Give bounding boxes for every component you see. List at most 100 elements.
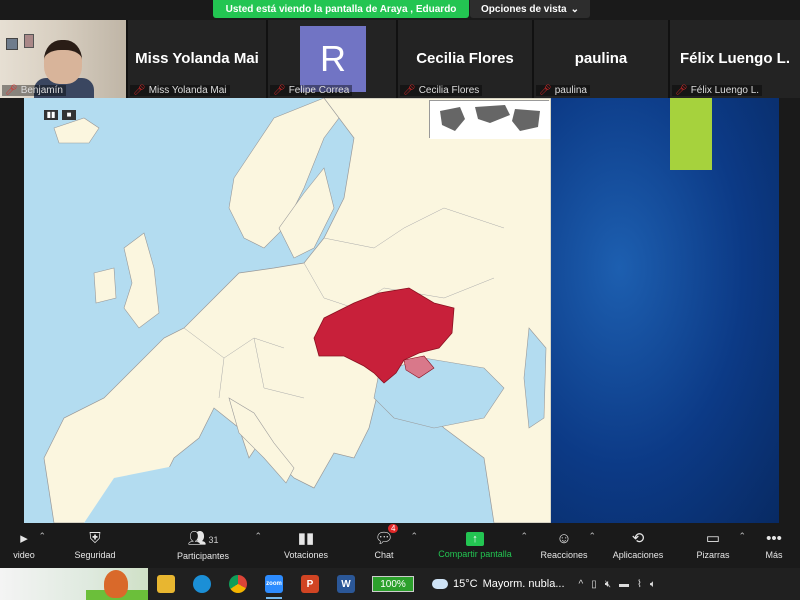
more-icon: ••• xyxy=(766,530,782,547)
edge-button[interactable] xyxy=(184,568,220,600)
participant-display-name: Miss Yolanda Mai xyxy=(135,50,259,67)
mic-muted-icon: 🎤︎ xyxy=(273,85,286,96)
emoji-icon: ☺ xyxy=(556,530,572,547)
participants-label: Participantes xyxy=(176,550,230,561)
chevron-down-icon: ⌄ xyxy=(570,3,579,15)
mic-muted-icon: 🎤︎ xyxy=(133,85,146,96)
powerpoint-button[interactable]: P xyxy=(292,568,328,600)
chevron-up-icon[interactable]: ⌃ xyxy=(738,531,746,542)
participant-tile[interactable]: Félix Luengo L. 🎤︎ Félix Luengo L. xyxy=(670,20,800,98)
participants-button[interactable]: 👥︎ 31 Participantes ⌃ xyxy=(142,523,264,568)
video-button[interactable]: ▸ video ⌃ xyxy=(0,523,48,568)
participant-tile[interactable]: paulina 🎤︎ paulina xyxy=(534,20,670,98)
chevron-up-icon[interactable]: ⌃ xyxy=(520,531,528,542)
windows-taskbar: zoom P W 100% 15°C Mayorm. nubla... ^ ▯ … xyxy=(0,568,800,600)
apps-icon: ⟲ xyxy=(631,530,645,547)
chat-unread-badge: 4 xyxy=(388,524,399,533)
participant-name: paulina xyxy=(554,85,587,96)
whiteboard-icon: ▭ xyxy=(705,530,721,547)
participant-tile[interactable]: 🎤︎ Benjamín xyxy=(0,20,128,98)
polls-label: Votaciones xyxy=(283,550,329,560)
device-icon[interactable]: ▯ xyxy=(591,579,597,590)
chrome-button[interactable] xyxy=(220,568,256,600)
participants-icon: 👥︎ 31 xyxy=(187,529,219,547)
participant-name: Benjamín xyxy=(20,85,63,96)
chat-icon: 💬︎ xyxy=(374,530,394,547)
participant-name-tag: 🎤︎ Felipe Correa xyxy=(270,85,353,96)
weather-widget[interactable]: 15°C Mayorm. nubla... xyxy=(432,578,565,590)
screen-share-banner: Usted está viendo la pantalla de Araya ,… xyxy=(213,0,469,18)
participant-display-name: Cecilia Flores xyxy=(416,50,514,67)
participants-count: 31 xyxy=(208,534,219,545)
participant-name-tag: 🎤︎ paulina xyxy=(536,85,590,96)
video-label: video xyxy=(13,550,35,560)
chevron-up-icon[interactable]: ^ xyxy=(579,579,584,590)
chat-button[interactable]: 💬︎ 4 Chat ⌃ xyxy=(348,523,420,568)
wall-picture xyxy=(24,34,34,48)
security-label: Seguridad xyxy=(74,550,116,560)
chevron-up-icon[interactable]: ⌃ xyxy=(254,531,262,542)
weather-description: Mayorm. nubla... xyxy=(482,578,565,590)
shared-screen: ▮▮ ■ xyxy=(0,98,800,523)
file-explorer-icon xyxy=(157,575,175,593)
mic-muted-icon: 🎤︎ xyxy=(403,85,416,96)
polls-button[interactable]: ▮▮ Votaciones xyxy=(264,523,348,568)
reactions-button[interactable]: ☺ Reacciones ⌃ xyxy=(530,523,598,568)
volume-icon[interactable]: 🔈︎ xyxy=(650,579,656,590)
participant-tile[interactable]: Miss Yolanda Mai 🎤︎ Miss Yolanda Mai xyxy=(128,20,268,98)
participant-strip: 🎤︎ Benjamín Miss Yolanda Mai 🎤︎ Miss Yol… xyxy=(0,20,800,98)
europe-map-image xyxy=(24,98,551,523)
battery-indicator[interactable]: 100% xyxy=(372,576,414,592)
participant-name-tag: 🎤︎ Félix Luengo L. xyxy=(672,85,763,96)
zoom-icon: zoom xyxy=(265,575,283,593)
taskbar-search-box[interactable] xyxy=(0,568,148,600)
participant-name-tag: 🎤︎ Benjamín xyxy=(2,85,66,96)
wifi-icon[interactable]: ⌇ xyxy=(637,579,642,590)
participant-display-name: Félix Luengo L. xyxy=(679,50,790,67)
mini-map xyxy=(429,100,550,139)
share-screen-label: Compartir pantalla xyxy=(438,549,512,559)
security-button[interactable]: ⛨ Seguridad xyxy=(48,523,142,568)
participant-name: Cecilia Flores xyxy=(418,85,480,96)
chrome-icon xyxy=(229,575,247,593)
speaker-muted-icon[interactable]: 🔇︎ xyxy=(605,579,611,590)
share-screen-icon: ↑ xyxy=(466,532,484,546)
participant-display-name: paulina xyxy=(574,50,628,67)
view-options-button[interactable]: Opciones de vista ⌄ xyxy=(470,0,590,18)
edge-icon xyxy=(193,575,211,593)
battery-icon[interactable]: ▬ xyxy=(619,579,629,590)
mic-muted-icon: 🎤︎ xyxy=(675,85,688,96)
zoom-button[interactable]: zoom xyxy=(256,568,292,600)
word-button[interactable]: W xyxy=(328,568,364,600)
video-icon: ▸ xyxy=(20,530,28,547)
participant-tile[interactable]: Cecilia Flores 🎤︎ Cecilia Flores xyxy=(398,20,534,98)
participant-name: Felipe Correa xyxy=(288,85,350,96)
mic-muted-icon: 🎤︎ xyxy=(539,85,552,96)
chevron-up-icon[interactable]: ⌃ xyxy=(410,531,418,542)
minimize-icon[interactable]: ▮▮ xyxy=(44,110,58,120)
apps-label: Aplicaciones xyxy=(612,550,664,560)
chevron-up-icon[interactable]: ⌃ xyxy=(588,531,596,542)
temperature: 15°C xyxy=(453,578,478,590)
shield-icon: ⛨ xyxy=(89,530,101,547)
decorative-block xyxy=(670,98,712,170)
chevron-up-icon[interactable]: ⌃ xyxy=(38,531,46,542)
powerpoint-icon: P xyxy=(301,575,319,593)
share-screen-button[interactable]: ↑ Compartir pantalla ⌃ xyxy=(420,523,530,568)
europe-map: ▮▮ ■ xyxy=(24,98,551,523)
slide-background xyxy=(551,98,779,523)
participant-head xyxy=(44,40,82,84)
reactions-label: Reacciones xyxy=(540,550,588,560)
participant-name-tag: 🎤︎ Miss Yolanda Mai xyxy=(130,85,230,96)
apps-button[interactable]: ⟲ Aplicaciones xyxy=(598,523,678,568)
maximize-icon[interactable]: ■ xyxy=(62,110,76,120)
participant-name-tag: 🎤︎ Cecilia Flores xyxy=(400,85,483,96)
more-label: Más xyxy=(765,550,783,560)
more-button[interactable]: ••• Más xyxy=(748,523,800,568)
file-explorer-button[interactable] xyxy=(148,568,184,600)
chat-label: Chat xyxy=(374,550,394,560)
window-controls: ▮▮ ■ xyxy=(44,110,76,120)
whiteboards-button[interactable]: ▭ Pizarras ⌃ xyxy=(678,523,748,568)
participant-tile[interactable]: R 🎤︎ Felipe Correa xyxy=(268,20,398,98)
view-options-label: Opciones de vista xyxy=(481,3,567,15)
